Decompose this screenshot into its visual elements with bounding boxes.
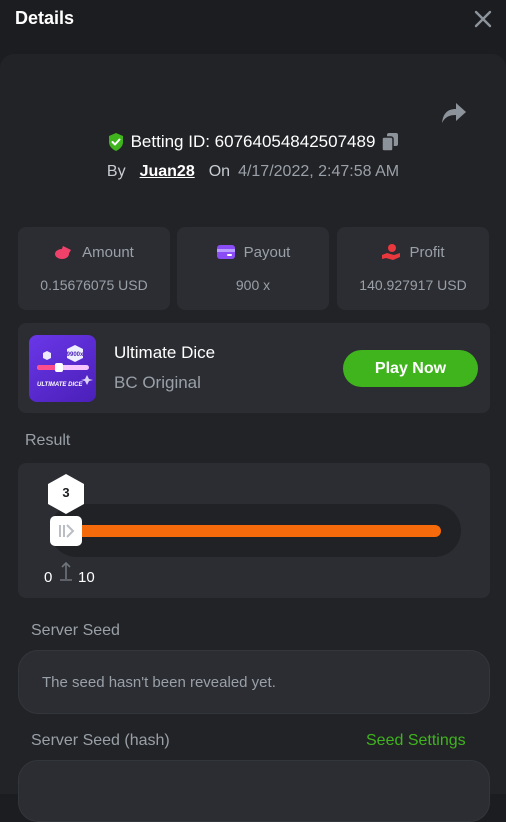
payout-card: Payout 900 x [177, 227, 329, 310]
bet-timestamp: 4/17/2022, 2:47:58 AM [238, 163, 400, 180]
thumb-title: ULTIMATE DICE [37, 382, 83, 388]
copy-button[interactable] [381, 132, 399, 152]
profit-value: 140.927917 USD [359, 277, 467, 293]
profit-label: Profit [409, 243, 445, 261]
game-thumbnail[interactable]: 9900x ULTIMATE DICE [29, 335, 96, 402]
game-card: 9900x ULTIMATE DICE Ultimate Dice BC Ori… [18, 323, 490, 413]
close-icon [474, 10, 492, 28]
range-slider-handle[interactable] [50, 516, 82, 546]
close-button[interactable] [472, 8, 494, 30]
hand-coin-icon [382, 244, 401, 260]
username-link[interactable]: Juan28 [140, 163, 195, 181]
payout-label: Payout [243, 243, 291, 261]
server-seed-text: The seed hasn't been revealed yet. [42, 674, 276, 691]
coins-icon [55, 246, 72, 259]
server-seed-hash-label: Server Seed (hash) [31, 732, 170, 749]
ultimate-dice-artwork: 9900x ULTIMATE DICE [37, 345, 93, 388]
slider-grip-icon [59, 524, 75, 538]
range-max-label: 10 [78, 569, 95, 586]
amount-label: Amount [82, 243, 134, 261]
copy-icon [381, 133, 399, 152]
server-seed-field: The seed hasn't been revealed yet. [18, 650, 490, 714]
amount-value: 0.15676075 USD [40, 277, 148, 293]
seed-settings-link[interactable]: Seed Settings [366, 732, 466, 750]
game-provider: BC Original [114, 373, 201, 392]
betting-id: Betting ID: 60764054842507489 [130, 132, 376, 151]
by-label: By [106, 163, 126, 180]
result-value: 3 [62, 485, 70, 500]
server-seed-hash-field [18, 760, 490, 822]
amount-card: Amount 0.15676075 USD [18, 227, 170, 310]
page-title: Details [15, 8, 75, 28]
range-min-label: 0 [44, 569, 53, 586]
details-header: Details [0, 0, 506, 44]
share-icon [442, 103, 466, 123]
wallet-card-icon [216, 245, 235, 259]
game-name: Ultimate Dice [114, 343, 216, 362]
thumb-badge: 9900x [67, 352, 84, 358]
profit-card: Profit 140.927917 USD [337, 227, 489, 310]
on-label: On [208, 163, 231, 180]
server-seed-label: Server Seed [31, 622, 120, 639]
arrow-up-icon [60, 561, 72, 581]
range-fill [62, 525, 441, 537]
share-button[interactable] [440, 100, 468, 126]
betting-id-row: Betting ID: 60764054842507489 [0, 132, 506, 160]
result-label: Result [25, 432, 71, 449]
payout-value: 900 x [235, 277, 271, 293]
bet-author-row: By Juan28 On 4/17/2022, 2:47:58 AM [0, 163, 506, 187]
play-now-button[interactable]: Play Now [343, 350, 478, 387]
result-card: 3 0 10 [18, 463, 490, 598]
shield-check-icon [108, 133, 123, 151]
